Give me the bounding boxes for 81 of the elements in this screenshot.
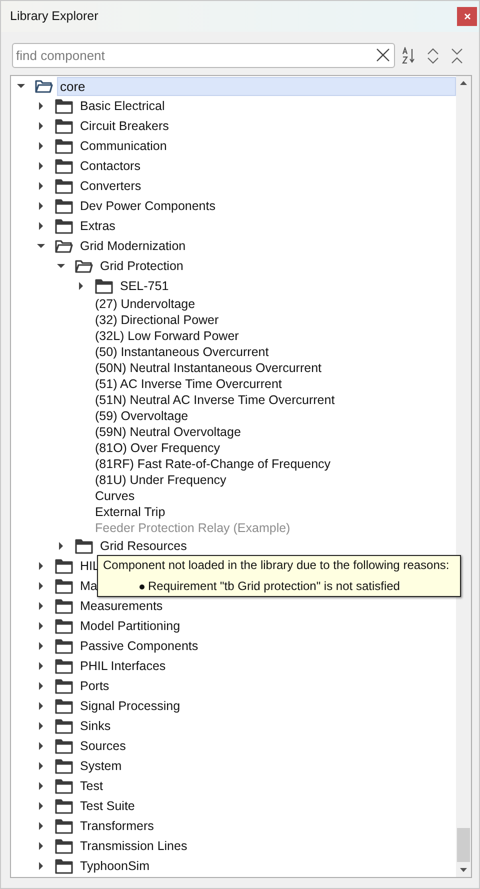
tree-item[interactable]: Ports xyxy=(77,676,112,696)
tree-item[interactable]: Grid Modernization xyxy=(77,236,189,256)
tree-item[interactable]: (51) AC Inverse Time Overcurrent xyxy=(95,376,282,392)
tree-item[interactable]: Extras xyxy=(77,216,118,236)
folder-icon xyxy=(75,538,93,554)
tree-item[interactable]: Test Suite xyxy=(77,796,138,816)
tree-item[interactable]: Converters xyxy=(77,176,144,196)
tree-item[interactable]: Contactors xyxy=(77,156,144,176)
tree-item[interactable]: Ma xyxy=(77,576,100,596)
folder-icon xyxy=(55,198,73,214)
tree-item[interactable]: (81RF) Fast Rate-of-Change of Frequency xyxy=(95,456,331,472)
tree-item[interactable]: Test xyxy=(77,776,106,796)
close-button[interactable] xyxy=(457,7,477,26)
folder-icon xyxy=(55,698,73,714)
scroll-thumb[interactable] xyxy=(457,828,470,862)
folder-icon xyxy=(55,858,73,874)
tree-item[interactable]: External Trip xyxy=(95,504,166,520)
tree-item[interactable]: (50) Instantaneous Overcurrent xyxy=(95,344,269,360)
window-title: Library Explorer xyxy=(10,8,98,26)
tree-item[interactable]: (59N) Neutral Overvoltage xyxy=(95,424,241,440)
folder-icon xyxy=(55,578,73,594)
folder-icon xyxy=(55,618,73,634)
folder-icon xyxy=(55,678,73,694)
folder-icon xyxy=(95,278,113,294)
tree-item[interactable]: Sources xyxy=(77,736,129,756)
tree-item[interactable]: Grid Resources xyxy=(97,536,190,556)
tree-item[interactable]: (81U) Under Frequency xyxy=(95,472,226,488)
tree-item[interactable]: System xyxy=(77,756,125,776)
tooltip-message: Component not loaded in the library due to the following reasons: xyxy=(103,558,450,573)
tree-item[interactable]: Passive Components xyxy=(77,636,202,656)
folder-icon xyxy=(55,598,73,614)
tree-item[interactable]: Communication xyxy=(77,136,170,156)
tree-item[interactable]: (27) Undervoltage xyxy=(95,296,196,312)
folder-icon xyxy=(75,258,93,274)
tree-item[interactable]: TyphoonSim xyxy=(77,856,152,876)
sort-icon[interactable] xyxy=(402,46,416,64)
folder-icon xyxy=(55,738,73,754)
reason-text: Requirement "tb Grid protection" is not satisfied xyxy=(148,579,400,594)
close-icon xyxy=(464,13,470,20)
folder-icon xyxy=(35,78,53,94)
expand-all-icon[interactable] xyxy=(427,48,439,64)
folder-icon xyxy=(55,798,73,814)
tree-item[interactable]: (32) Directional Power xyxy=(95,312,219,328)
bullet-icon xyxy=(139,584,145,590)
folder-icon xyxy=(55,658,73,674)
folder-icon xyxy=(55,118,73,134)
tree-item[interactable]: (32L) Low Forward Power xyxy=(95,328,239,344)
tree-item[interactable]: Model Partitioning xyxy=(77,616,184,636)
tree-item[interactable]: Signal Processing xyxy=(77,696,184,716)
tree-item[interactable]: Measurements xyxy=(77,596,166,616)
tree-item[interactable]: Circuit Breakers xyxy=(77,116,172,136)
tree-item[interactable]: Curves xyxy=(95,488,135,504)
folder-icon xyxy=(55,98,73,114)
folder-icon xyxy=(55,178,73,194)
collapse-all-icon[interactable] xyxy=(451,48,463,64)
search-field[interactable]: find component xyxy=(12,43,395,68)
folder-icon xyxy=(55,558,73,574)
tree-item[interactable]: Transformers xyxy=(77,816,157,836)
folder-icon xyxy=(55,238,73,254)
tree-item[interactable]: (81O) Over Frequency xyxy=(95,440,220,456)
folder-icon xyxy=(55,638,73,654)
tree-item[interactable]: (50N) Neutral Instantaneous Overcurrent xyxy=(95,360,322,376)
folder-icon xyxy=(55,778,73,794)
tree-item[interactable]: Grid Protection xyxy=(97,256,186,276)
tree-item[interactable]: (51N) Neutral AC Inverse Time Overcurrent xyxy=(95,392,335,408)
tree-item[interactable]: (59) Overvoltage xyxy=(95,408,188,424)
tree-item[interactable]: Dev Power Components xyxy=(77,196,218,216)
folder-icon xyxy=(55,818,73,834)
folder-icon xyxy=(55,158,73,174)
tree-item[interactable]: SEL-751 xyxy=(117,276,172,296)
folder-icon xyxy=(55,838,73,854)
tree-item[interactable]: Sinks xyxy=(77,716,114,736)
tree-item[interactable]: core xyxy=(57,76,456,96)
folder-icon xyxy=(55,218,73,234)
tree-item[interactable]: Basic Electrical xyxy=(77,96,168,116)
folder-icon xyxy=(55,138,73,154)
tree-item[interactable]: Transmission Lines xyxy=(77,836,190,856)
tree-item[interactable]: PHIL Interfaces xyxy=(77,656,169,676)
clear-icon[interactable] xyxy=(376,48,390,62)
folder-icon xyxy=(55,718,73,734)
folder-icon xyxy=(55,758,73,774)
